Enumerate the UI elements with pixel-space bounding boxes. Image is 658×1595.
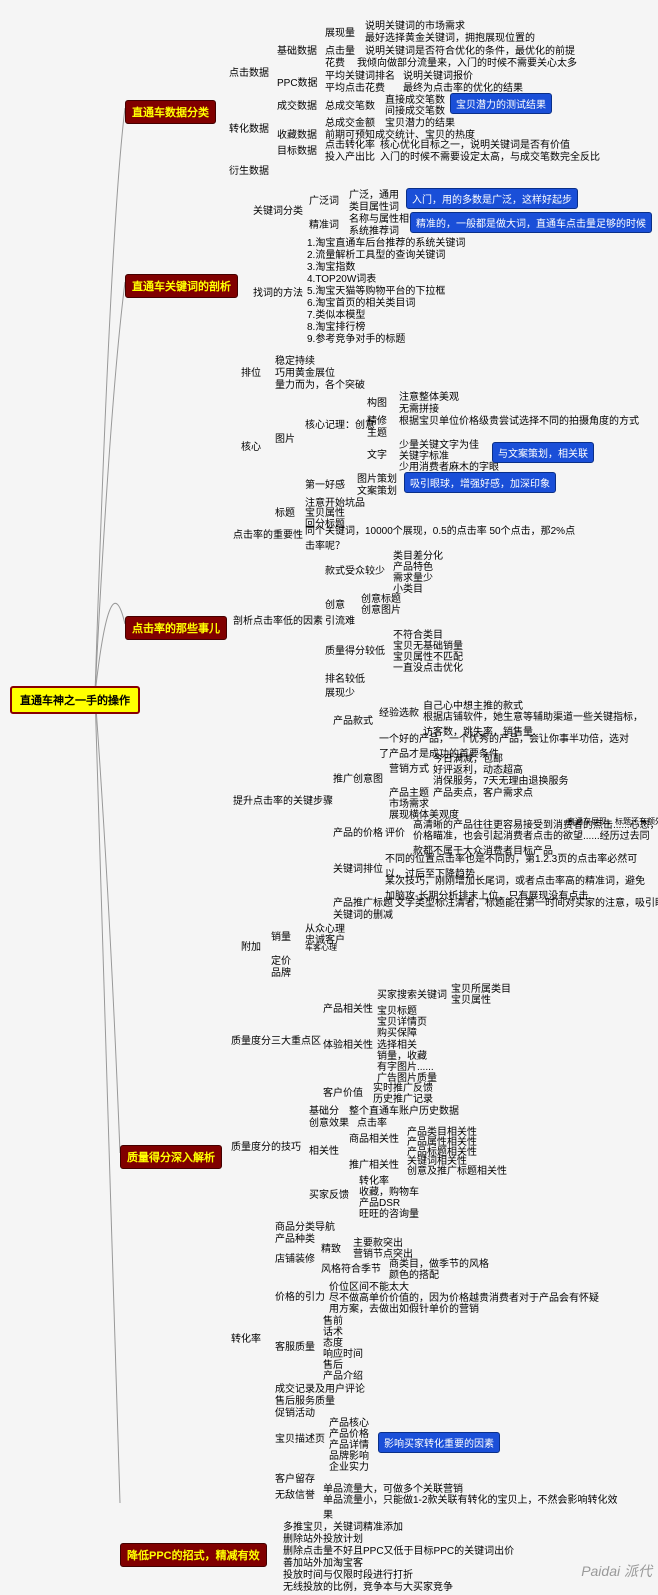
- n: 排位: [236, 362, 266, 381]
- n: 展现少: [320, 682, 360, 701]
- n: 体验相关性: [318, 1034, 378, 1053]
- n: 文字类型标注清者，标题能在第一时间对买家的注意，吸引眼球: [390, 892, 658, 911]
- n: 宝贝描述页: [270, 1428, 330, 1447]
- n: 店铺装修: [270, 1248, 320, 1267]
- n: 创意及推广标题相关性: [402, 1160, 512, 1179]
- n: 质量度分三大重点区: [226, 1030, 326, 1049]
- n: 文字: [362, 444, 392, 463]
- n: 客服质量: [270, 1336, 320, 1355]
- info-jz: 精准的，一般都是做大词，直通车点击量足够的时候: [410, 212, 652, 233]
- n: 无线投放的比例，竞争本与大买家竞争: [278, 1576, 458, 1595]
- n: 目标数据: [272, 140, 322, 159]
- watermark-text: Paidai 派代: [581, 1561, 652, 1581]
- n: 根据宝贝单位价格级贵尝试选择不同的拍摄角度的方式: [394, 410, 644, 429]
- n: 精致: [316, 1238, 346, 1257]
- n: 一直没点击优化: [388, 657, 468, 676]
- n: 核心: [236, 436, 266, 455]
- n: 量力而为，各个突破: [270, 374, 370, 393]
- n: 入门的时候不需要设定太高，与成交笔数完全反比: [375, 146, 605, 165]
- n: 质量度分的技巧: [226, 1136, 306, 1155]
- n: 产品的价格: [328, 822, 388, 841]
- n: 品牌: [266, 962, 296, 981]
- n: 图片: [270, 428, 300, 447]
- n: 推广创意图: [328, 768, 388, 787]
- n: 评价: [380, 822, 410, 841]
- n: 关键词分类: [248, 200, 308, 219]
- n: 展现量: [320, 22, 360, 41]
- n: 产品相关性: [318, 998, 378, 1017]
- n: 9.参考竞争对手的标题: [302, 328, 410, 347]
- section-5: 降低PPC的招式，精减有效: [120, 1543, 267, 1567]
- n: 车客心理: [300, 940, 342, 955]
- click-data: 点击数据: [224, 62, 274, 81]
- n: 转化率: [226, 1328, 266, 1347]
- info-gf: 入门，用的多数是广泛，这样好起步: [406, 188, 578, 209]
- n: 销量: [266, 926, 296, 945]
- n: 产品款式: [328, 710, 378, 729]
- n: 质量得分较低: [320, 640, 390, 659]
- n: PPC数据: [272, 72, 323, 91]
- n: 创意图片: [356, 599, 406, 618]
- n: 基础数据: [272, 40, 322, 59]
- n: 用方案，去做出如假针单价的营销: [324, 1298, 484, 1317]
- n: 商品相关性: [344, 1128, 404, 1147]
- n: 产品种类: [270, 1228, 320, 1247]
- info-dy: 吸引眼球，增强好感，加深印象: [404, 472, 556, 493]
- n: 关键词排位: [328, 858, 388, 877]
- n: 精准词: [304, 214, 344, 233]
- n: 企业实力: [324, 1456, 374, 1475]
- n: 第一好感: [300, 474, 350, 493]
- root: 直通车神之一手的操作: [10, 686, 140, 714]
- n: 促销活动: [270, 1402, 320, 1421]
- n: 广泛词: [304, 190, 344, 209]
- n: 剖析点击率低的因素: [228, 610, 328, 629]
- n: 客户价值: [318, 1082, 368, 1101]
- n: 产品卖点，客户需求点: [428, 782, 538, 801]
- n: 价格的引力: [270, 1286, 330, 1305]
- n: 经验选款: [374, 702, 424, 721]
- conv-data: 转化数据: [224, 118, 274, 137]
- n: 点击率的重要性: [228, 524, 308, 543]
- n: 成交数据: [272, 95, 322, 114]
- n: 提升点击率的关键步骤: [228, 790, 338, 809]
- n: 买家反馈: [304, 1184, 354, 1203]
- n: 风格符合季节: [316, 1258, 386, 1277]
- info-bbt: 宝贝潜力的测试结果: [450, 93, 552, 114]
- section-3: 点击率的那些事儿: [125, 616, 227, 640]
- n: 引流难: [320, 610, 360, 629]
- n: 款式受众较少: [320, 560, 390, 579]
- n: 无敌信誉: [270, 1484, 320, 1503]
- n: 营销方式: [384, 758, 434, 777]
- n: 标题: [270, 502, 300, 521]
- n: 旺旺的咨询量: [354, 1203, 424, 1222]
- n: 构图: [362, 392, 392, 411]
- section-2: 直通车关键词的剖析: [125, 274, 238, 298]
- n: 相关性: [304, 1140, 344, 1159]
- n: 投入产出比: [320, 146, 380, 165]
- deriv-data: 衍生数据: [224, 160, 274, 179]
- n: 宝贝属性: [446, 989, 496, 1008]
- n: 主题: [362, 422, 392, 441]
- section-4: 质量得分深入解析: [120, 1145, 222, 1169]
- info-wz: 与文案策划，相关联: [492, 442, 594, 463]
- n: 附加: [236, 936, 266, 955]
- info-bb: 影响买家转化重要的因素: [378, 1432, 500, 1453]
- n: 找词的方法: [248, 282, 308, 301]
- section-1: 直通车数据分类: [125, 100, 216, 124]
